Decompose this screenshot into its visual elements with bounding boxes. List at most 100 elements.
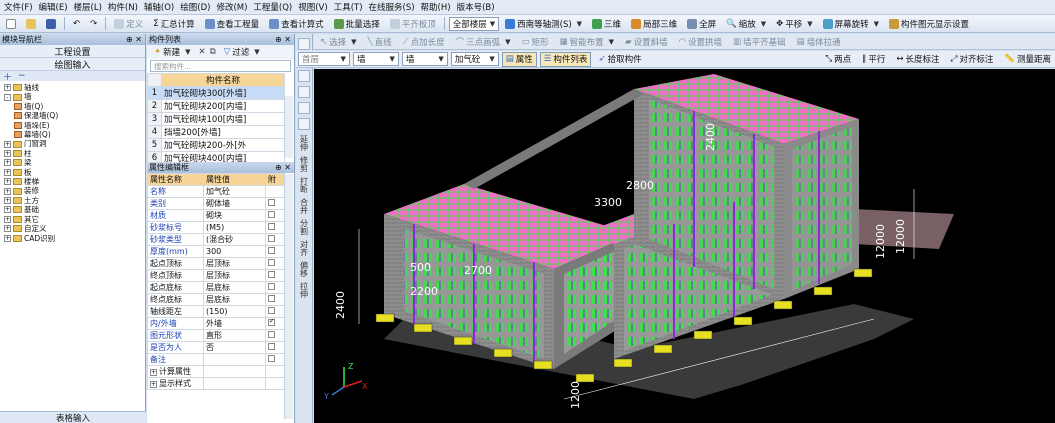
expand-toggle-icon[interactable]: + bbox=[4, 234, 11, 242]
save-button[interactable] bbox=[42, 16, 60, 31]
expand-toggle-icon[interactable]: + bbox=[4, 206, 11, 214]
edit-tool-button[interactable]: 对齐 bbox=[300, 240, 309, 256]
attach-checkbox[interactable] bbox=[268, 223, 275, 230]
property-row[interactable]: 图元形状 直形 bbox=[147, 329, 285, 342]
expand-toggle-icon[interactable]: + bbox=[4, 197, 11, 205]
edit-tool-button[interactable]: 拉伸 bbox=[300, 282, 309, 298]
edit-tool-button[interactable]: 分割 bbox=[300, 219, 309, 235]
expand-toggle-icon[interactable]: - bbox=[4, 93, 11, 101]
property-value[interactable]: 外墙 bbox=[203, 317, 266, 330]
tree-item[interactable]: + 门窗洞 bbox=[4, 139, 145, 148]
move-tool-icon[interactable] bbox=[298, 102, 310, 114]
property-value[interactable]: (M5) bbox=[203, 221, 266, 234]
property-row[interactable]: 起点顶标 层顶标 bbox=[147, 257, 285, 270]
property-value[interactable]: 砌块 bbox=[203, 209, 266, 222]
property-editor-scrollbar[interactable] bbox=[284, 174, 293, 419]
tree-item[interactable]: + 自定义 bbox=[4, 224, 145, 233]
property-row[interactable]: 起点底标 层底标 bbox=[147, 281, 285, 294]
tree-item[interactable]: + 梁 bbox=[4, 158, 145, 167]
component-select[interactable]: 加气砼 ▼ bbox=[450, 52, 499, 66]
rotate-tool-icon[interactable] bbox=[298, 118, 310, 130]
expand-toggle-icon[interactable]: + bbox=[4, 140, 11, 148]
pin-close-icons[interactable]: ⊕ ✕ bbox=[275, 163, 291, 172]
tree-item[interactable]: + 土方 bbox=[4, 196, 145, 205]
tree-item[interactable]: + 装修 bbox=[4, 186, 145, 195]
tree-item[interactable]: + 轴线 bbox=[4, 83, 145, 92]
property-row[interactable]: 厚度(mm) 300 bbox=[147, 245, 285, 258]
line-tool-button[interactable]: ╲ 直线 bbox=[364, 34, 396, 49]
property-row[interactable]: 名称 加气砼 bbox=[147, 185, 285, 198]
new-component-button[interactable]: ✦ 新建 ▼ bbox=[150, 45, 195, 60]
filter-button[interactable]: ▽ 过滤 ▼ bbox=[220, 45, 264, 60]
tree-item[interactable]: + CAD识别 bbox=[4, 234, 145, 243]
attach-checkbox[interactable] bbox=[268, 331, 275, 338]
partial-3d-button[interactable]: 局部三维 bbox=[627, 16, 681, 31]
pick-component-button[interactable]: ➶ 拾取构件 bbox=[594, 52, 645, 67]
property-value[interactable]: 层顶标 bbox=[203, 257, 266, 270]
menu-item[interactable]: 在线服务(S) bbox=[369, 1, 415, 13]
view-formula-button[interactable]: 查看计算式 bbox=[265, 16, 328, 31]
property-value[interactable]: (混合砂 bbox=[203, 233, 266, 246]
menu-item[interactable]: 版本号(B) bbox=[457, 1, 495, 13]
copy-icon[interactable]: ⧉ bbox=[210, 47, 216, 57]
menu-item[interactable]: 工具(T) bbox=[334, 1, 363, 13]
align-dim-button[interactable]: ⤢ 对齐标注 bbox=[947, 52, 998, 67]
edit-tool-button[interactable]: 修剪 bbox=[300, 156, 309, 172]
pan-button[interactable]: ✥ 平移 ▼ bbox=[772, 16, 817, 31]
tree-item[interactable]: 墙垛(E) bbox=[4, 121, 145, 130]
edit-tool-button[interactable]: 合并 bbox=[300, 198, 309, 214]
arc-tool-button[interactable]: ⌒ 三点画弧 ▼ bbox=[452, 34, 515, 49]
tree-item[interactable]: 墙(Q) bbox=[4, 102, 145, 111]
fullscreen-button[interactable]: 全屏 bbox=[683, 16, 720, 31]
component-row[interactable]: 1 加气砼砌块300[外墙] bbox=[147, 86, 285, 100]
type-select-1[interactable]: 墙 ▼ bbox=[352, 52, 399, 66]
open-file-button[interactable] bbox=[22, 16, 40, 31]
property-row[interactable]: + 计算属性 bbox=[147, 365, 285, 378]
property-row[interactable]: 砂浆标号 (M5) bbox=[147, 221, 285, 234]
table-input-tab[interactable]: 表格输入 bbox=[0, 411, 146, 423]
properties-button[interactable]: ▤ 属性 bbox=[501, 51, 537, 67]
attach-checkbox[interactable] bbox=[268, 355, 275, 362]
property-value[interactable]: 层底标 bbox=[203, 281, 266, 294]
property-row[interactable]: + 显示样式 bbox=[147, 377, 285, 390]
view-quantity-button[interactable]: 查看工程量 bbox=[201, 16, 264, 31]
expand-toggle-icon[interactable]: + bbox=[4, 168, 11, 176]
new-file-button[interactable] bbox=[2, 16, 20, 31]
sum-calc-button[interactable]: Σ 汇总计算 bbox=[149, 16, 198, 31]
property-row[interactable]: 备注 bbox=[147, 353, 285, 366]
property-value[interactable]: 层顶标 bbox=[203, 269, 266, 282]
menu-item[interactable]: 修改(M) bbox=[216, 1, 247, 13]
component-row[interactable]: 3 加气砼砌块100[内墙] bbox=[147, 112, 285, 126]
property-row[interactable]: 终点顶标 层顶标 bbox=[147, 269, 285, 282]
tree-item[interactable]: + 其它 bbox=[4, 215, 145, 224]
delete-icon[interactable]: ✕ bbox=[199, 47, 206, 57]
three-d-button[interactable]: 三维 bbox=[588, 16, 625, 31]
menu-item[interactable]: 文件(F) bbox=[4, 1, 33, 13]
copy-tool-icon[interactable] bbox=[298, 70, 310, 82]
expand-toggle-icon[interactable]: + bbox=[150, 381, 157, 388]
collapse-all-icon[interactable]: − bbox=[18, 71, 26, 81]
expand-toggle-icon[interactable]: + bbox=[4, 187, 11, 195]
component-row[interactable]: 5 加气砼砌块200-外[外 bbox=[147, 138, 285, 152]
property-value[interactable] bbox=[203, 365, 266, 378]
expand-toggle-icon[interactable]: + bbox=[4, 178, 11, 186]
expand-toggle-icon[interactable]: + bbox=[4, 84, 11, 92]
component-row[interactable]: 2 加气砼砌块200[内墙] bbox=[147, 99, 285, 113]
layer-select[interactable]: 首层 ▼ bbox=[298, 52, 350, 66]
undo-button[interactable]: ↶ bbox=[69, 16, 84, 31]
edit-tool-button[interactable]: 延伸 bbox=[300, 135, 309, 151]
attach-checkbox[interactable] bbox=[268, 317, 275, 326]
tree-item[interactable]: 保温墙(Q) bbox=[4, 111, 145, 120]
property-row[interactable]: 材质 砌块 bbox=[147, 209, 285, 222]
property-value[interactable]: 砌体墙 bbox=[203, 197, 266, 210]
flat-top-button[interactable]: 平齐板顶 bbox=[386, 16, 440, 31]
attach-checkbox[interactable] bbox=[268, 247, 275, 254]
component-search-input[interactable]: 搜索构件... bbox=[150, 60, 291, 72]
property-row[interactable]: 类别 砌体墙 bbox=[147, 197, 285, 210]
attach-checkbox[interactable] bbox=[268, 283, 275, 290]
type-select-2[interactable]: 墙 ▼ bbox=[401, 52, 448, 66]
property-value[interactable]: (150) bbox=[203, 305, 266, 318]
batch-select-button[interactable]: 批量选择 bbox=[330, 16, 384, 31]
floor-select[interactable]: 全部楼层 ▼ bbox=[448, 16, 500, 31]
screen-rotate-button[interactable]: 屏幕旋转 ▼ bbox=[819, 16, 883, 31]
